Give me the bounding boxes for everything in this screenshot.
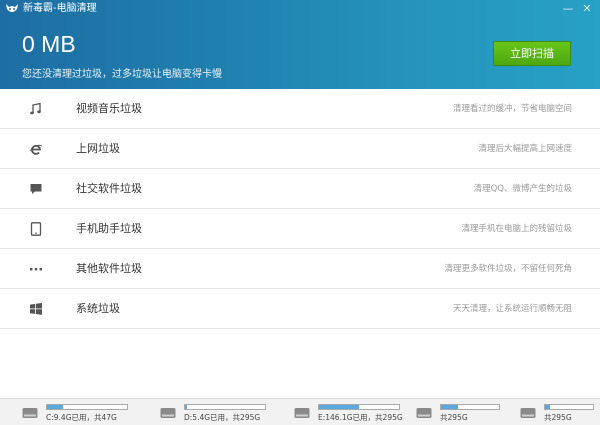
window-title: 新毒霸-电脑清理 bbox=[23, 3, 97, 14]
disk-usage-text: D:5.4G已用，共295G bbox=[184, 413, 261, 422]
hard-drive-icon bbox=[416, 408, 432, 418]
junk-size-value: 0 MB bbox=[22, 31, 76, 57]
disk-status-bar: C:9.4G已用，共47G D:5.4G已用，共295G E:146.1G已用，… bbox=[0, 398, 600, 425]
category-row-web[interactable]: 上网垃圾 清理后大幅提高上网速度 bbox=[0, 129, 600, 169]
disk-usage-text: 共295G bbox=[440, 413, 468, 422]
disk-usage-bar bbox=[318, 404, 400, 410]
disk-usage-fill bbox=[185, 405, 187, 409]
more-dots-icon bbox=[30, 268, 42, 271]
windows-logo-icon bbox=[30, 303, 42, 315]
disk-g: 共295G bbox=[520, 403, 598, 423]
disk-e: E:146.1G已用，共295G bbox=[294, 403, 414, 423]
disk-d: D:5.4G已用，共295G bbox=[160, 403, 272, 423]
category-row-other-software[interactable]: 其他软件垃圾 清理更多软件垃圾，不留任何死角 bbox=[0, 249, 600, 289]
category-label: 社交软件垃圾 bbox=[76, 182, 142, 195]
title-bar[interactable]: 新毒霸-电脑清理 — ✕ bbox=[0, 0, 600, 18]
disk-usage-bar bbox=[46, 404, 128, 410]
category-row-video-music[interactable]: 视频音乐垃圾 清理看过的缓冲，节省电脑空间 bbox=[0, 89, 600, 129]
header-banner: 新毒霸-电脑清理 — ✕ 0 MB 您还没清理过垃圾，过多垃圾让电脑变得卡慢 立… bbox=[0, 0, 600, 89]
minimize-icon[interactable]: — bbox=[560, 2, 576, 16]
category-description: 清理后大幅提高上网速度 bbox=[478, 144, 572, 154]
disk-usage-fill bbox=[441, 405, 459, 409]
category-description: 清理更多软件垃圾，不留任何死角 bbox=[444, 264, 572, 274]
category-description: 清理QQ、微博产生的垃圾 bbox=[473, 184, 572, 194]
hard-drive-icon bbox=[520, 408, 536, 418]
category-label: 其他软件垃圾 bbox=[76, 262, 142, 275]
disk-usage-fill bbox=[47, 405, 63, 409]
hard-drive-icon bbox=[160, 408, 176, 418]
status-subtitle: 您还没清理过垃圾，过多垃圾让电脑变得卡慢 bbox=[22, 69, 222, 80]
category-label: 手机助手垃圾 bbox=[76, 222, 142, 235]
category-row-social[interactable]: 社交软件垃圾 清理QQ、微博产生的垃圾 bbox=[0, 169, 600, 209]
disk-usage-fill bbox=[319, 405, 359, 409]
disk-usage-text: E:146.1G已用，共295G bbox=[318, 413, 403, 422]
category-label: 上网垃圾 bbox=[76, 142, 120, 155]
category-row-system[interactable]: 系统垃圾 天天清理，让系统运行顺畅无阻 bbox=[0, 289, 600, 329]
disk-usage-bar bbox=[184, 404, 266, 410]
browser-e-icon bbox=[29, 144, 43, 155]
disk-usage-bar bbox=[440, 404, 500, 410]
music-note-icon bbox=[30, 102, 41, 115]
category-label: 系统垃圾 bbox=[76, 302, 120, 315]
category-description: 清理手机在电脑上的残留垃圾 bbox=[461, 224, 572, 234]
disk-f: 共295G bbox=[416, 403, 508, 423]
category-description: 清理看过的缓冲，节省电脑空间 bbox=[452, 104, 572, 114]
disk-c: C:9.4G已用，共47G bbox=[22, 403, 134, 423]
disk-usage-bar bbox=[544, 404, 594, 410]
chat-bubble-icon bbox=[30, 184, 42, 194]
disk-usage-fill bbox=[545, 405, 550, 409]
category-row-phone-assistant[interactable]: 手机助手垃圾 清理手机在电脑上的残留垃圾 bbox=[0, 209, 600, 249]
scan-now-button[interactable]: 立即扫描 bbox=[493, 41, 571, 66]
hard-drive-icon bbox=[294, 408, 310, 418]
leopard-logo-icon bbox=[6, 4, 18, 12]
close-icon[interactable]: ✕ bbox=[579, 2, 595, 16]
category-label: 视频音乐垃圾 bbox=[76, 102, 142, 115]
hard-drive-icon bbox=[22, 408, 38, 418]
disk-usage-text: 共295G bbox=[544, 413, 572, 422]
tablet-icon bbox=[30, 222, 42, 236]
category-description: 天天清理，让系统运行顺畅无阻 bbox=[452, 304, 572, 314]
disk-usage-text: C:9.4G已用，共47G bbox=[46, 413, 117, 422]
